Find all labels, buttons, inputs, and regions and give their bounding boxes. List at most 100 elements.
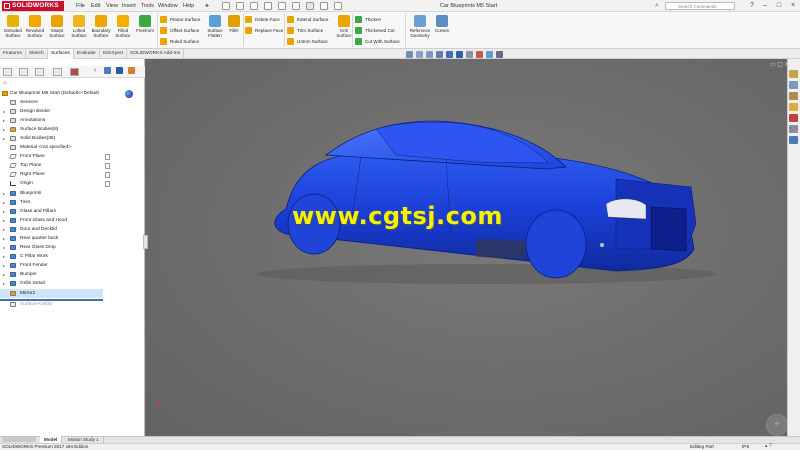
tree-item-solid-bodies[interactable]: ▸ Solid Bodies(38) (0, 134, 103, 143)
tree-item-bumper[interactable]: ▸ Bumper (0, 270, 103, 279)
feature-manager-tab-icon[interactable] (3, 68, 12, 76)
solidworks-forum-icon[interactable] (789, 136, 798, 144)
reference-geometry-button[interactable]: Reference Geometry (408, 14, 432, 48)
knit-surface-button[interactable]: Knit Surface (335, 14, 353, 48)
display-manager-tab-icon[interactable] (70, 68, 79, 76)
help-icon[interactable]: ? (745, 0, 759, 12)
display-style-icon[interactable] (456, 51, 463, 58)
horizontal-scrollbar[interactable] (2, 437, 36, 442)
thickened-cut-button[interactable]: Thickened Cut (355, 26, 405, 35)
appearance-palette-icon[interactable] (104, 67, 111, 74)
extend-surface-button[interactable]: Extend Surface (287, 15, 335, 24)
plane-visibility-toggle[interactable] (105, 163, 110, 169)
tree-item-material[interactable]: Material <not specified> (0, 143, 103, 152)
tree-item-tires[interactable]: ▸ Tires (0, 198, 103, 207)
menu-file[interactable]: File (76, 0, 85, 12)
undo-icon[interactable] (292, 2, 300, 10)
view-palette-icon[interactable] (789, 103, 798, 111)
planar-surface-button[interactable]: Planar Surface (160, 15, 210, 24)
extruded-surface-button[interactable]: Extruded Surface (3, 14, 23, 48)
tree-item-rear-quarter-back[interactable]: ▸ Rear quarter back (0, 234, 103, 243)
panel-prev-icon[interactable]: ‹ (94, 67, 96, 74)
revolved-surface-button[interactable]: Revolved Surface (25, 14, 45, 48)
custom-properties-icon[interactable] (789, 125, 798, 133)
tree-item-surface-bodies[interactable]: ▸ Surface Bodies(8) (0, 125, 103, 134)
tab-sketch[interactable]: Sketch (26, 49, 48, 59)
tree-item-rear-glass-drop[interactable]: ▸ Rear Glass Drop (0, 243, 103, 252)
rebuild-icon[interactable] (320, 2, 328, 10)
units-status[interactable]: IPS (742, 443, 749, 450)
dimxpert-manager-tab-icon[interactable] (53, 68, 62, 76)
tree-item-design-binder[interactable]: ▸ Design Binder (0, 107, 103, 116)
save-icon[interactable] (264, 2, 272, 10)
filled-surface-button[interactable]: Filled Surface (113, 14, 133, 48)
home-icon[interactable] (222, 2, 230, 10)
file-explorer-icon[interactable] (789, 92, 798, 100)
light-icon[interactable] (128, 67, 135, 74)
solidworks-logo[interactable]: SOLIDWORKS (2, 1, 64, 11)
tree-root[interactable]: Car Blueprints M5 Start (Default<<Defaul… (0, 89, 103, 98)
car-model[interactable] (146, 59, 786, 436)
configuration-manager-tab-icon[interactable] (35, 68, 44, 76)
cut-with-surface-button[interactable]: Cut With Surface (355, 37, 405, 46)
appearances-icon[interactable] (789, 114, 798, 122)
filter-icon[interactable]: ⌂ (3, 80, 7, 86)
ruled-surface-button[interactable]: Ruled Surface (160, 37, 210, 46)
tree-item-surface-knit[interactable]: Surface-Knit(8) (0, 300, 103, 309)
previous-view-icon[interactable] (426, 51, 433, 58)
view-orientation-icon[interactable] (446, 51, 453, 58)
maximize-icon[interactable]: □ (772, 0, 786, 12)
origin-visibility-toggle[interactable] (105, 181, 110, 187)
tab-model[interactable]: Model (40, 436, 63, 443)
options-icon[interactable] (334, 2, 342, 10)
plane-visibility-toggle[interactable] (105, 154, 110, 160)
tree-item-front-plane[interactable]: Front Plane (0, 152, 103, 161)
tree-item-c-pillar-work[interactable]: ▸ C Pillar Work (0, 252, 103, 261)
tree-item-grille-detail[interactable]: ▸ Grille Detail (0, 279, 103, 288)
tree-item-front-glass-and-hood[interactable]: ▸ Front Glass and Hood (0, 216, 103, 225)
menu-tools[interactable]: Tools (141, 0, 154, 12)
close-icon[interactable]: × (786, 0, 800, 12)
tree-item-mirror2[interactable]: Mirror2 (0, 289, 103, 298)
curves-button[interactable]: Curves (433, 14, 451, 48)
pin-icon[interactable]: ✦ (204, 2, 210, 10)
minimize-icon[interactable]: – (758, 0, 772, 12)
menu-insert[interactable]: Insert (122, 0, 136, 12)
view-cube-ball-icon[interactable] (125, 90, 133, 98)
tree-item-right-plane[interactable]: Right Plane (0, 170, 103, 179)
view-settings-icon[interactable] (496, 51, 503, 58)
tab-motion-study-1[interactable]: Motion Study 1 (64, 436, 104, 443)
tab-surfaces[interactable]: Surfaces (48, 49, 74, 59)
thicken-button[interactable]: Thicken (355, 15, 405, 24)
tab-features[interactable]: Features (0, 49, 26, 59)
replace-face-button[interactable]: Replace Face (245, 26, 285, 35)
menu-window[interactable]: Window (158, 0, 178, 12)
solidworks-resources-icon[interactable] (789, 70, 798, 78)
print-icon[interactable] (278, 2, 286, 10)
lofted-surface-button[interactable]: Lofted Surface (69, 14, 89, 48)
tree-item-origin[interactable]: Origin (0, 179, 103, 188)
hide-show-items-icon[interactable] (466, 51, 473, 58)
scene-icon[interactable] (116, 67, 123, 74)
swept-surface-button[interactable]: Swept Surface (47, 14, 67, 48)
search-commands-input[interactable]: Search Commands (665, 2, 735, 10)
tree-item-glass-and-pillars[interactable]: ▸ Glass and Pillars (0, 207, 103, 216)
design-library-icon[interactable] (789, 81, 798, 89)
zoom-to-fit-icon[interactable] (406, 51, 413, 58)
tab-evaluate[interactable]: Evaluate (74, 49, 100, 59)
edit-appearance-icon[interactable] (476, 51, 483, 58)
fillet-button[interactable]: Fillet (226, 14, 242, 48)
property-manager-tab-icon[interactable] (19, 68, 28, 76)
plane-visibility-toggle[interactable] (105, 172, 110, 178)
tree-item-blueprints[interactable]: ▸ Blueprints (0, 189, 103, 198)
new-document-icon[interactable] (236, 2, 244, 10)
select-icon[interactable] (306, 2, 314, 10)
open-icon[interactable] (250, 2, 258, 10)
tab-dimxpert[interactable]: DimXpert (100, 49, 127, 59)
tab-solidworks-add-ins[interactable]: SOLIDWORKS Add-Ins (127, 49, 185, 59)
tree-item-door-and-decklid[interactable]: ▸ Door and Decklid (0, 225, 103, 234)
tree-item-sensors[interactable]: Sensors (0, 98, 103, 107)
freeform-button[interactable]: Freeform (135, 14, 155, 48)
delete-face-button[interactable]: Delete Face (245, 15, 285, 24)
tree-item-front-fender[interactable]: ▸ Front Fender (0, 261, 103, 270)
